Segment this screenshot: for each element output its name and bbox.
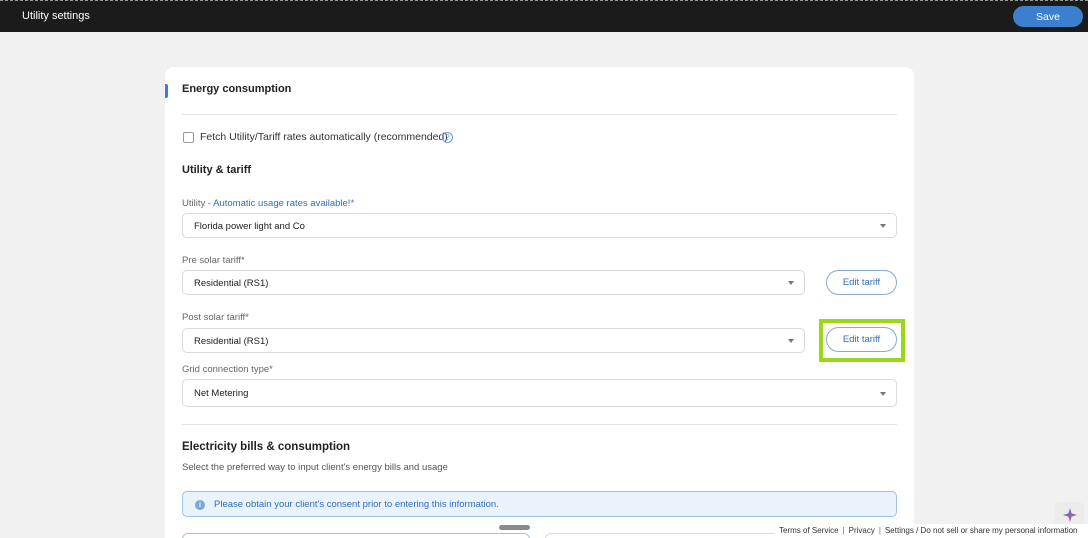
utility-value: Florida power light and Co — [194, 221, 305, 232]
privacy-link[interactable]: Privacy — [849, 526, 875, 535]
pre-solar-tariff-label: Pre solar tariff* — [182, 255, 245, 266]
post-solar-tariff-select[interactable]: Residential (RS1) — [182, 328, 805, 353]
energy-consumption-heading: Energy consumption — [182, 83, 292, 95]
settings-privacy-link[interactable]: Settings / Do not sell or share my perso… — [885, 526, 1078, 535]
utility-label: Utility - Automatic usage rates availabl… — [182, 198, 354, 209]
input-option-right[interactable] — [545, 533, 805, 538]
footer-separator: | — [842, 526, 845, 535]
footer-links: Terms of Service | Privacy | Settings / Do n… — [774, 524, 1088, 538]
electricity-bills-subtitle: Select the preferred way to input client… — [182, 462, 448, 473]
page-title: Utility settings — [22, 10, 90, 22]
chevron-down-icon — [788, 339, 794, 343]
grid-connection-value: Net Metering — [194, 388, 249, 399]
chevron-down-icon — [880, 224, 886, 228]
post-solar-edit-tariff-button[interactable]: Edit tariff — [826, 327, 897, 352]
chevron-down-icon — [788, 281, 794, 285]
question-circle-icon[interactable]: ? — [442, 132, 453, 143]
utility-select[interactable]: Florida power light and Co — [182, 213, 897, 238]
divider — [182, 114, 897, 115]
info-icon: i — [195, 500, 205, 510]
electricity-bills-heading: Electricity bills & consumption — [182, 441, 351, 453]
grid-connection-select[interactable]: Net Metering — [182, 379, 897, 407]
chevron-down-icon — [880, 392, 886, 396]
consent-notice-text: Please obtain your client's consent prio… — [214, 499, 499, 510]
divider — [182, 424, 897, 425]
consent-notice: i Please obtain your client's consent pr… — [182, 491, 897, 517]
terms-of-service-link[interactable]: Terms of Service — [779, 526, 839, 535]
automatic-rates-link[interactable]: Automatic usage rates available! — [213, 198, 350, 209]
utility-label-text: Utility - — [182, 198, 214, 209]
pre-solar-tariff-value: Residential (RS1) — [194, 278, 269, 289]
top-bar: Utility settings Save — [0, 0, 1088, 32]
fetch-rates-label[interactable]: Fetch Utility/Tariff rates automatically… — [200, 131, 448, 143]
pre-solar-tariff-select[interactable]: Residential (RS1) — [182, 270, 805, 295]
footer-separator: | — [878, 526, 881, 535]
pre-solar-edit-tariff-button[interactable]: Edit tariff — [826, 270, 897, 295]
input-option-left[interactable] — [182, 533, 530, 538]
utility-tariff-heading: Utility & tariff — [182, 164, 252, 176]
required-marker: * — [350, 198, 355, 209]
fetch-rates-checkbox[interactable] — [183, 132, 194, 143]
drag-handle[interactable] — [499, 525, 530, 530]
save-button[interactable]: Save — [1013, 6, 1083, 27]
section-accent-bar — [165, 84, 168, 98]
post-solar-tariff-label: Post solar tariff* — [182, 312, 249, 323]
grid-connection-label: Grid connection type* — [182, 364, 273, 375]
post-solar-tariff-value: Residential (RS1) — [194, 336, 269, 347]
